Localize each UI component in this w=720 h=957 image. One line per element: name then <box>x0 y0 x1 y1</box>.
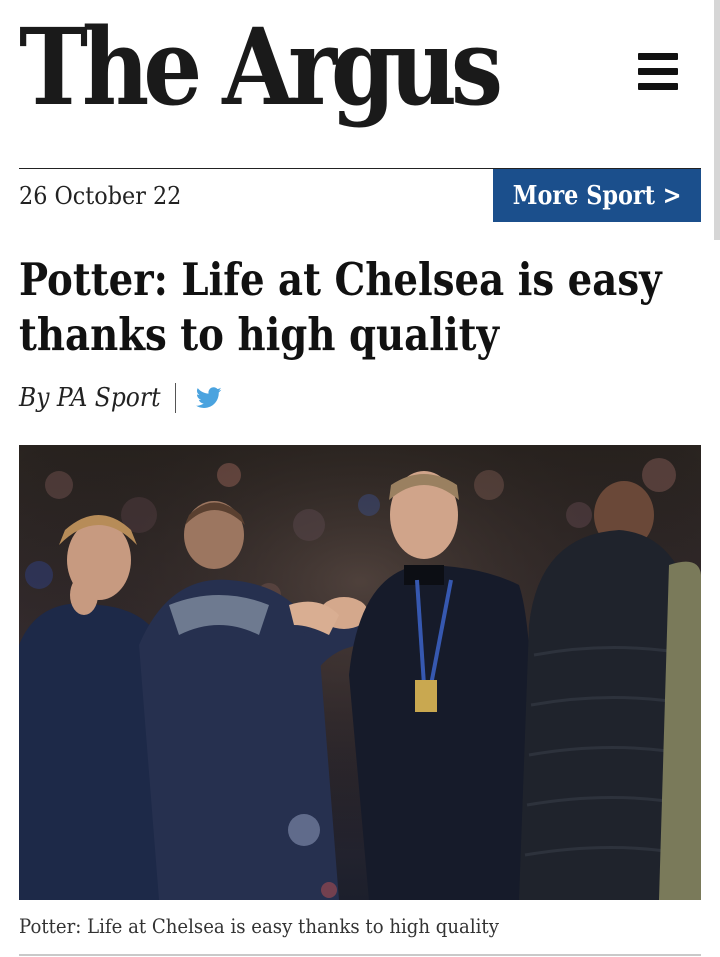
article-headline: Potter: Life at Chelsea is easy thanks t… <box>19 252 707 362</box>
caption-divider <box>19 954 701 956</box>
menu-bar-line <box>638 83 678 90</box>
page-scrollbar[interactable] <box>714 0 720 240</box>
article-date: 26 October 22 <box>19 182 182 210</box>
headline-text: Potter: Life at Chelsea is easy thanks t… <box>19 253 662 361</box>
article-photo-illustration <box>19 445 701 900</box>
menu-bar-line <box>638 53 678 60</box>
photo-caption: Potter: Life at Chelsea is easy thanks t… <box>19 914 499 938</box>
masthead-logo[interactable]: The Argus <box>19 8 565 130</box>
more-sport-button[interactable]: More Sport > <box>493 169 701 222</box>
twitter-icon[interactable] <box>195 387 222 409</box>
byline: By PA Sport <box>19 378 222 418</box>
more-sport-label: More Sport > <box>512 180 682 211</box>
hamburger-menu-icon[interactable] <box>638 53 678 91</box>
byline-divider <box>175 383 176 413</box>
article-photo[interactable] <box>19 445 701 900</box>
byline-author: By PA Sport <box>19 383 161 413</box>
masthead-title: The Argus <box>19 4 503 129</box>
menu-bar-line <box>638 68 678 75</box>
